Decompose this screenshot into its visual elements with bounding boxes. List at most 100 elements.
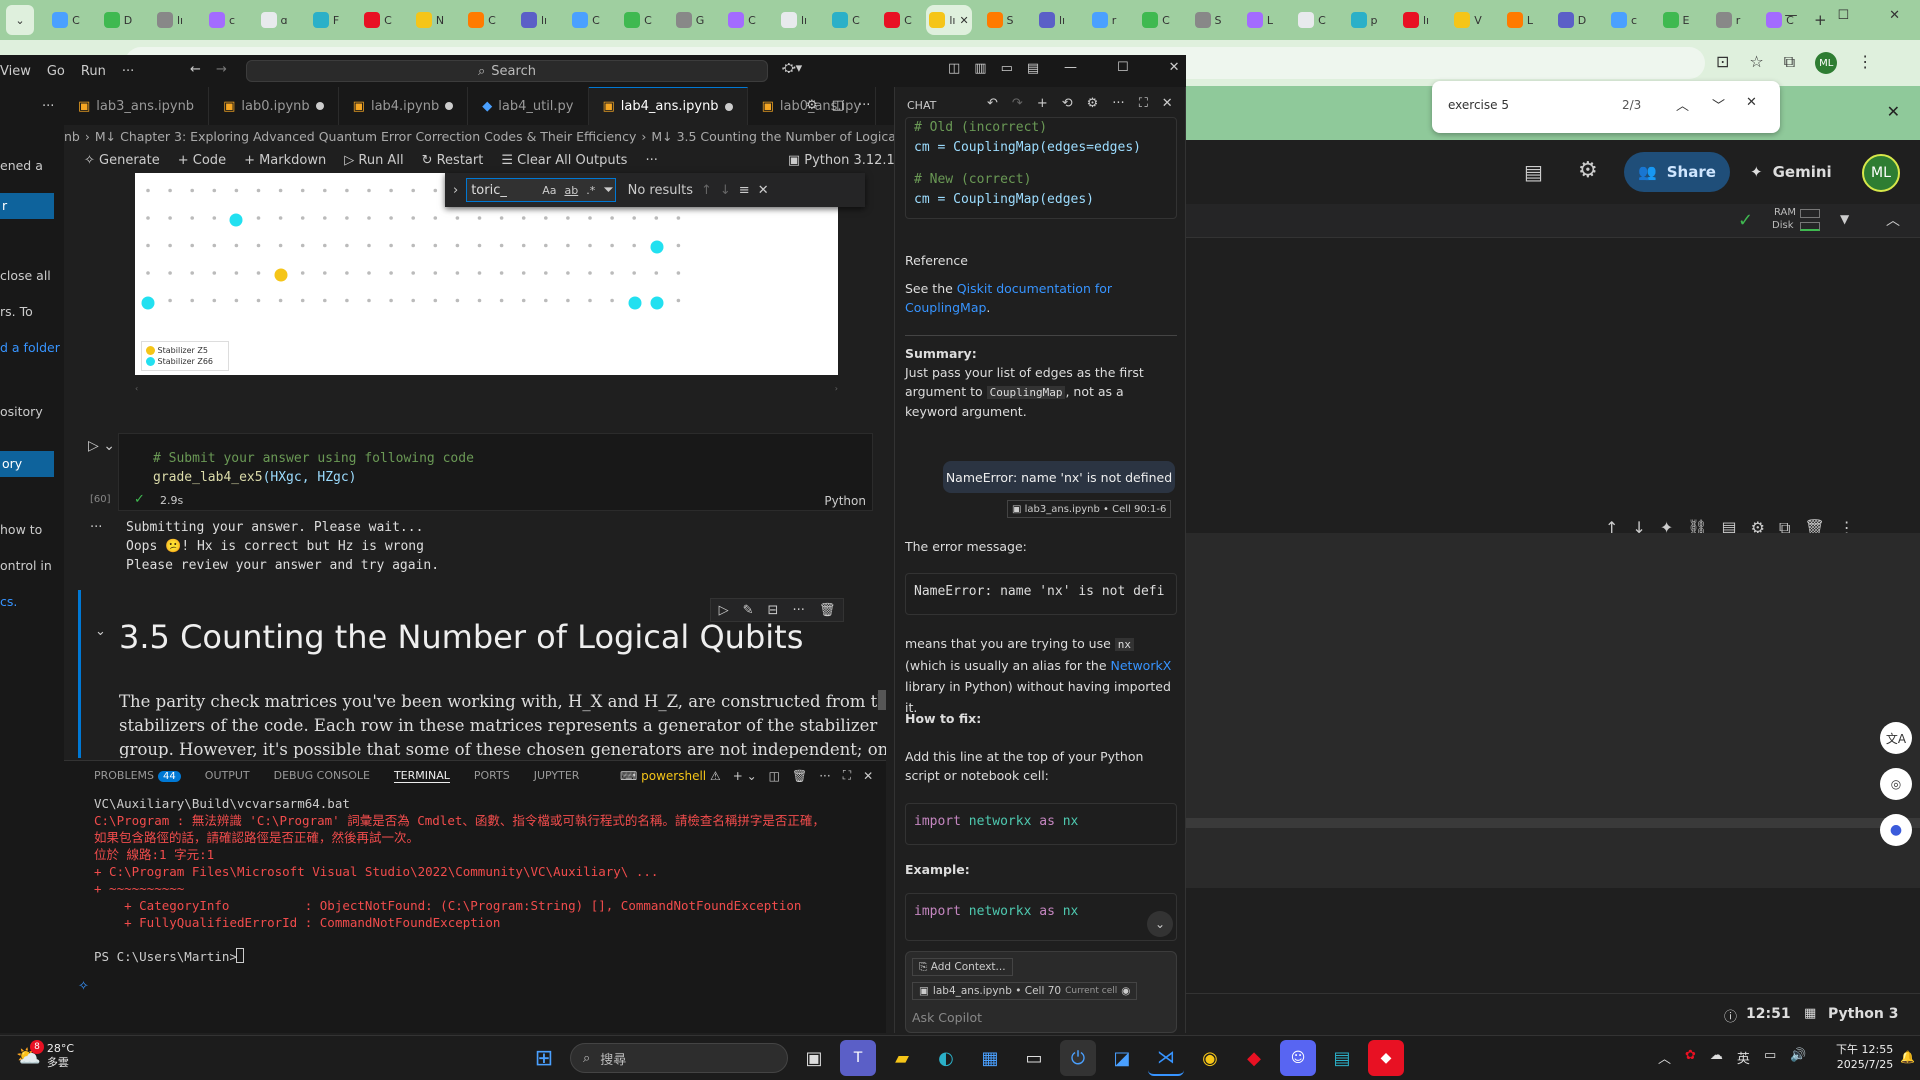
command-center-search[interactable]: ⌕ Search	[246, 60, 768, 82]
browser-tab[interactable]: p	[1340, 5, 1388, 35]
history-icon[interactable]: ⟲	[1062, 96, 1073, 111]
extensions-icon[interactable]: ⧉	[1784, 52, 1795, 74]
chat-settings-icon[interactable]: ⚙	[1087, 96, 1099, 111]
toggle-panel-icon[interactable]: ▭	[1001, 61, 1013, 76]
back-icon[interactable]: ←	[190, 62, 201, 77]
chat-more-icon[interactable]: ···	[1112, 96, 1124, 111]
browser-tab[interactable]: r	[1704, 5, 1752, 35]
browser-tab[interactable]: F	[302, 5, 350, 35]
google-lens-icon[interactable]: ◎	[1880, 768, 1912, 800]
anydesk-icon[interactable]: ◆	[1236, 1040, 1272, 1076]
find-widget-prev-icon[interactable]: ↑	[701, 183, 712, 198]
browser-tab[interactable]: c	[198, 5, 246, 35]
app-icon[interactable]: ⏻	[1060, 1040, 1096, 1076]
browser-tab[interactable]: r	[1080, 5, 1128, 35]
sidebar-button[interactable]: ory	[0, 451, 54, 477]
redo-icon[interactable]: ↷	[1012, 96, 1023, 111]
browser-tab[interactable]: C	[42, 5, 90, 35]
panel-tab-problems[interactable]: PROBLEMS 44	[94, 769, 181, 783]
vscode-maximize-icon[interactable]: ☐	[1117, 60, 1129, 75]
run-all-button[interactable]: ▷ Run All	[344, 153, 403, 168]
tray-app-icon[interactable]: ✿	[1685, 1048, 1696, 1067]
panel-more-icon[interactable]: ···	[819, 769, 830, 783]
browser-tab[interactable]: C	[718, 5, 766, 35]
collapse-chevron-icon[interactable]: ⌄	[95, 624, 106, 639]
breadcrumb-item[interactable]: M↓ Chapter 3: Exploring Advanced Quantum…	[95, 129, 636, 144]
menu-item[interactable]: View	[0, 64, 31, 79]
toggle-replace-icon[interactable]: ›	[453, 183, 458, 198]
editor-tab[interactable]: ▣ lab4.ipynb	[339, 87, 469, 125]
add-markdown-button[interactable]: + Markdown	[244, 153, 326, 168]
chat-close-icon[interactable]: ✕	[1162, 96, 1173, 111]
filter-icon[interactable]: ⏷	[603, 183, 613, 198]
copilot-icon[interactable]: ⛮▾	[782, 61, 802, 76]
networkx-link[interactable]: NetworkX	[1111, 658, 1172, 673]
clock[interactable]: 下午 12:55 2025/7/25	[1836, 1042, 1893, 1072]
colab-code-cell[interactable]	[1180, 533, 1920, 888]
tray-expand-icon[interactable]: ︿	[1658, 1048, 1671, 1067]
tab-search-button[interactable]: ⌄	[6, 5, 34, 35]
browser-tab[interactable]: V	[1444, 5, 1492, 35]
browser-tab[interactable]: C	[1132, 5, 1180, 35]
browser-tab[interactable]: C	[458, 5, 506, 35]
panel-close-icon[interactable]: ✕	[863, 769, 873, 783]
browser-tab[interactable]: S	[976, 5, 1024, 35]
match-word-toggle[interactable]: ab	[564, 184, 578, 197]
scroll-down-icon[interactable]: ⌄	[1147, 911, 1173, 937]
collapse-icon[interactable]: ︿	[1886, 210, 1900, 230]
browser-tab[interactable]: lı	[770, 5, 818, 35]
bookmark-star-icon[interactable]: ☆	[1749, 52, 1763, 74]
editor-tab-active[interactable]: ▣ lab4_ans.ipynb	[588, 87, 748, 125]
runtime-dropdown-icon[interactable]: ▼	[1840, 212, 1849, 226]
minimize-icon[interactable]: —	[1784, 8, 1797, 23]
new-terminal-icon[interactable]: + ⌄	[733, 769, 757, 783]
browser-tab[interactable]: lı	[1392, 5, 1440, 35]
find-next-icon[interactable]: ﹀	[1712, 95, 1725, 114]
lens-icon[interactable]: ⊡	[1716, 52, 1729, 74]
start-button[interactable]: ⊞	[526, 1040, 562, 1076]
split-editor-icon[interactable]: ◫	[832, 98, 844, 113]
find-widget-next-icon[interactable]: ↓	[720, 183, 731, 198]
panel-tab-output[interactable]: OUTPUT	[205, 769, 250, 783]
panel-tab-jupyter[interactable]: JUPYTER	[534, 769, 580, 783]
toolbar-more-button[interactable]: ···	[645, 153, 657, 168]
menu-item[interactable]: Run	[81, 64, 106, 79]
browser-tab[interactable]: lı	[1028, 5, 1076, 35]
unsaved-dot-icon[interactable]	[445, 102, 454, 110]
match-case-toggle[interactable]: Aa	[542, 184, 556, 197]
store-icon[interactable]: ▦	[972, 1040, 1008, 1076]
maximize-icon[interactable]: ☐	[1837, 8, 1849, 23]
ime-indicator[interactable]: 英	[1737, 1048, 1750, 1067]
browser-tab[interactable]: L	[1496, 5, 1544, 35]
browser-tab[interactable]: C	[614, 5, 662, 35]
assistant-icon[interactable]: ●	[1880, 814, 1912, 846]
browser-tab[interactable]: C	[874, 5, 922, 35]
panel-tab-debug-console[interactable]: DEBUG CONSOLE	[274, 769, 370, 783]
vs-icon[interactable]: ◪	[1104, 1040, 1140, 1076]
editor-scrollbar[interactable]	[878, 690, 886, 710]
editor-settings-icon[interactable]: ⚙	[806, 98, 818, 113]
edge-icon[interactable]: ◐	[928, 1040, 964, 1076]
vscode-close-icon[interactable]: ✕	[1169, 60, 1180, 75]
undo-icon[interactable]: ↶	[987, 96, 998, 111]
breadcrumb-item[interactable]: M↓ 3.5 Counting the Number of Logical Qu…	[651, 129, 894, 144]
discord-icon[interactable]: ☺	[1280, 1040, 1316, 1076]
terminal-icon[interactable]: ▭	[1016, 1040, 1052, 1076]
editor-more-icon[interactable]: ···	[858, 98, 870, 113]
share-button[interactable]: 👥 Share	[1624, 152, 1730, 192]
browser-tab[interactable]: c	[1600, 5, 1648, 35]
add-code-button[interactable]: + Code	[178, 153, 226, 168]
browser-tab[interactable]: ɑ	[250, 5, 298, 35]
browser-tab[interactable]: C	[822, 5, 870, 35]
toggle-aux-icon[interactable]: ▤	[1027, 61, 1039, 76]
user-message-reference[interactable]: ▣ lab3_ans.ipynb • Cell 90:1-6	[1007, 500, 1172, 518]
vscode-icon[interactable]: ⋊	[1148, 1040, 1184, 1076]
runtime-label[interactable]: Python 3	[1828, 1006, 1899, 1022]
notification-icon[interactable]: 🔔	[1900, 1050, 1915, 1064]
browser-tab[interactable]: C	[354, 5, 402, 35]
split-terminal-icon[interactable]: ◫	[769, 769, 780, 783]
browser-tab[interactable]: C	[1288, 5, 1336, 35]
weather-widget[interactable]: ⛅ 8 28°C 多雲	[16, 1040, 74, 1070]
settings-gear-icon[interactable]: ⚙	[1578, 158, 1598, 183]
eye-icon[interactable]: ◉	[1121, 985, 1130, 997]
